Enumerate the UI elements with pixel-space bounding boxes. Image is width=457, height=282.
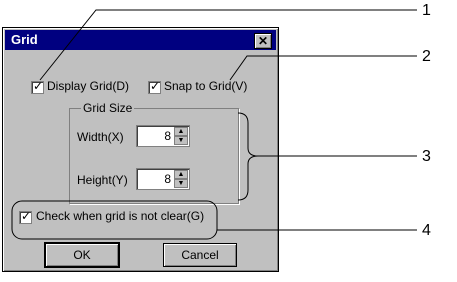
check-grid-label: Check when grid is not clear(G) [36, 209, 205, 223]
grid-dialog: Grid ✕ Display Grid(D) Snap to Grid(V) G… [2, 27, 279, 272]
height-value: 8 [164, 172, 171, 186]
close-icon: ✕ [257, 34, 269, 48]
height-down-arrow-icon[interactable]: ▼ [174, 179, 188, 188]
width-up-arrow-icon[interactable]: ▲ [174, 127, 188, 136]
display-grid-label: Display Grid(D) [47, 79, 130, 93]
check-grid-checkbox[interactable] [19, 209, 32, 224]
grid-size-label: Grid Size [81, 101, 135, 115]
height-label: Height(Y) [77, 173, 128, 187]
snap-to-grid-label: Snap to Grid(V) [164, 79, 248, 93]
close-button[interactable]: ✕ [254, 33, 272, 49]
snap-to-grid-checkbox[interactable] [148, 79, 161, 94]
cancel-button[interactable]: Cancel [163, 243, 237, 267]
callout-number-2: 2 [422, 48, 431, 65]
dialog-title: Grid [11, 32, 38, 47]
ok-button[interactable]: OK [44, 242, 120, 268]
callout-number-3: 3 [422, 148, 431, 165]
height-up-arrow-icon[interactable]: ▲ [174, 170, 188, 179]
callout-number-1: 1 [422, 2, 431, 19]
callout-number-4: 4 [422, 222, 431, 239]
width-label: Width(X) [77, 130, 124, 144]
width-spinner[interactable]: 8 ▲ ▼ [136, 125, 190, 147]
display-grid-checkbox[interactable] [31, 79, 44, 94]
title-bar[interactable]: Grid ✕ [5, 30, 276, 50]
width-down-arrow-icon[interactable]: ▼ [174, 136, 188, 145]
height-spinner[interactable]: 8 ▲ ▼ [136, 168, 190, 190]
width-value: 8 [164, 129, 171, 143]
